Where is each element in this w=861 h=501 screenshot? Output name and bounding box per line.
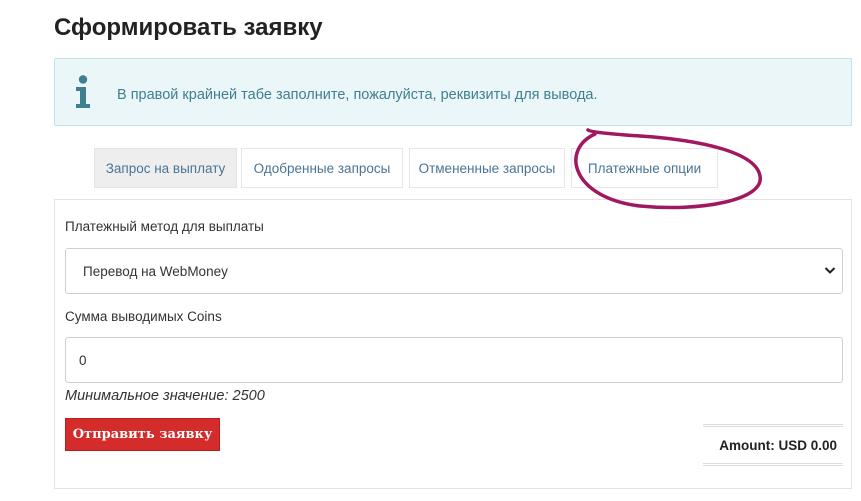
info-icon xyxy=(73,75,93,109)
amount-total-box: Amount: USD 0.00 xyxy=(703,424,843,466)
tab-payment-options[interactable]: Платежные опции xyxy=(571,148,718,188)
amount-input[interactable] xyxy=(65,337,843,383)
tab-payout-request[interactable]: Запрос на выплату xyxy=(94,148,237,188)
payment-method-value: Перевод на WebMoney xyxy=(83,264,228,279)
payment-method-label: Платежный метод для выплаты xyxy=(65,219,264,234)
page-title: Сформировать заявку xyxy=(54,14,323,41)
tab-approved-requests[interactable]: Одобренные запросы xyxy=(241,148,403,188)
amount-label: Сумма выводимых Coins xyxy=(65,309,222,324)
payout-form-panel: Платежный метод для выплаты Перевод на W… xyxy=(54,199,852,489)
info-alert: В правой крайней табе заполните, пожалуй… xyxy=(54,58,852,126)
amount-total: Amount: USD 0.00 xyxy=(719,438,837,453)
tab-cancelled-requests[interactable]: Отмененные запросы xyxy=(409,148,565,188)
chevron-down-icon xyxy=(824,262,836,280)
info-message: В правой крайней табе заполните, пожалуй… xyxy=(117,87,598,103)
minimum-value-hint: Минимальное значение: 2500 xyxy=(65,388,265,404)
submit-request-button[interactable]: Отправить заявку xyxy=(65,418,220,451)
payment-method-select[interactable]: Перевод на WebMoney xyxy=(65,248,843,294)
